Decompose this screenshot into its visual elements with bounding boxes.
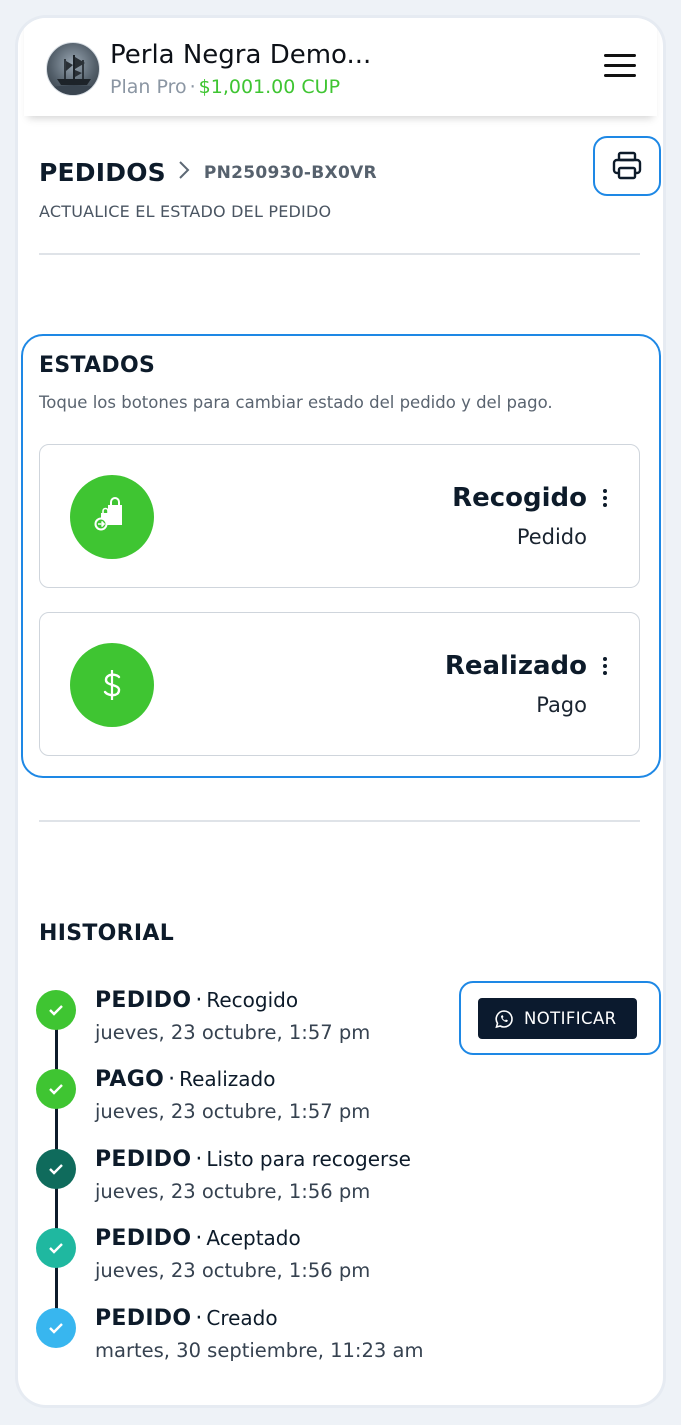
check-icon	[36, 1149, 76, 1189]
dollar-icon	[103, 670, 121, 700]
historial-title: HISTORIAL	[39, 921, 175, 946]
state-card-pedido[interactable]: Recogido Pedido	[39, 444, 640, 588]
timeline-date: jueves, 23 octubre, 1:57 pm	[95, 1021, 371, 1044]
plan-label: Plan Pro	[110, 76, 187, 98]
app-header: Perla Negra Demo... Plan Pro · $1,001.00 C…	[24, 18, 657, 116]
timeline-heading: PAGO · Realizado	[95, 1067, 276, 1092]
pirate-ship-icon	[53, 55, 95, 95]
estados-title: ESTADOS	[39, 353, 156, 378]
state-icon-circle	[70, 643, 154, 727]
account-summary: Plan Pro · $1,001.00 CUP	[110, 76, 340, 98]
timeline-heading: PEDIDO · Recogido	[95, 988, 299, 1013]
check-icon	[36, 1308, 76, 1348]
check-icon	[36, 990, 76, 1030]
divider	[39, 820, 640, 822]
page-subtitle: ACTUALICE EL ESTADO DEL PEDIDO	[39, 202, 332, 221]
timeline-heading: PEDIDO · Aceptado	[95, 1226, 301, 1251]
printer-icon	[612, 151, 642, 180]
timeline-date: jueves, 23 octubre, 1:56 pm	[95, 1259, 371, 1282]
divider	[39, 253, 640, 255]
avatar[interactable]	[46, 42, 100, 96]
timeline-date: jueves, 23 octubre, 1:56 pm	[95, 1180, 371, 1203]
check-icon	[36, 1069, 76, 1109]
shopping-bags-icon	[94, 497, 122, 531]
chevron-right-icon	[178, 160, 190, 186]
hamburger-icon[interactable]	[604, 54, 636, 82]
kebab-menu-icon[interactable]	[603, 489, 609, 509]
state-type: Pago	[536, 693, 587, 717]
separator-dot: ·	[189, 76, 196, 98]
timeline-item: PEDIDO · Creado martes, 30 septiembre, 11:…	[36, 1306, 636, 1376]
balance-value: $1,001.00 CUP	[198, 76, 341, 98]
timeline-item: PAGO · Realizado jueves, 23 octubre, 1:57 …	[36, 1067, 636, 1137]
estados-description: Toque los botones para cambiar estado de…	[39, 393, 553, 412]
print-button[interactable]	[608, 150, 646, 182]
page-title[interactable]: PEDIDOS	[39, 158, 166, 187]
state-card-pago[interactable]: Realizado Pago	[39, 612, 640, 756]
phone-frame: Perla Negra Demo... Plan Pro · $1,001.00 C…	[18, 18, 663, 1405]
check-icon	[36, 1228, 76, 1268]
timeline-heading: PEDIDO · Creado	[95, 1306, 278, 1331]
app-title: Perla Negra Demo...	[110, 40, 372, 70]
state-icon-circle	[70, 475, 154, 559]
breadcrumb: PEDIDOS PN250930-BX0VR	[39, 158, 377, 187]
timeline-heading: PEDIDO · Listo para recogerse	[95, 1147, 411, 1172]
timeline-date: jueves, 23 octubre, 1:57 pm	[95, 1100, 371, 1123]
kebab-menu-icon[interactable]	[603, 657, 609, 677]
timeline-item: PEDIDO · Listo para recogerse jueves, 23 o…	[36, 1147, 636, 1217]
state-type: Pedido	[516, 525, 587, 549]
timeline-item: PEDIDO · Aceptado jueves, 23 octubre, 1:56…	[36, 1226, 636, 1296]
order-code: PN250930-BX0VR	[203, 162, 377, 183]
state-label: Recogido	[452, 483, 587, 513]
timeline-item: PEDIDO · Recogido jueves, 23 octubre, 1:57…	[36, 988, 636, 1058]
state-label: Realizado	[444, 651, 587, 681]
timeline-date: martes, 30 septiembre, 11:23 am	[95, 1339, 424, 1362]
